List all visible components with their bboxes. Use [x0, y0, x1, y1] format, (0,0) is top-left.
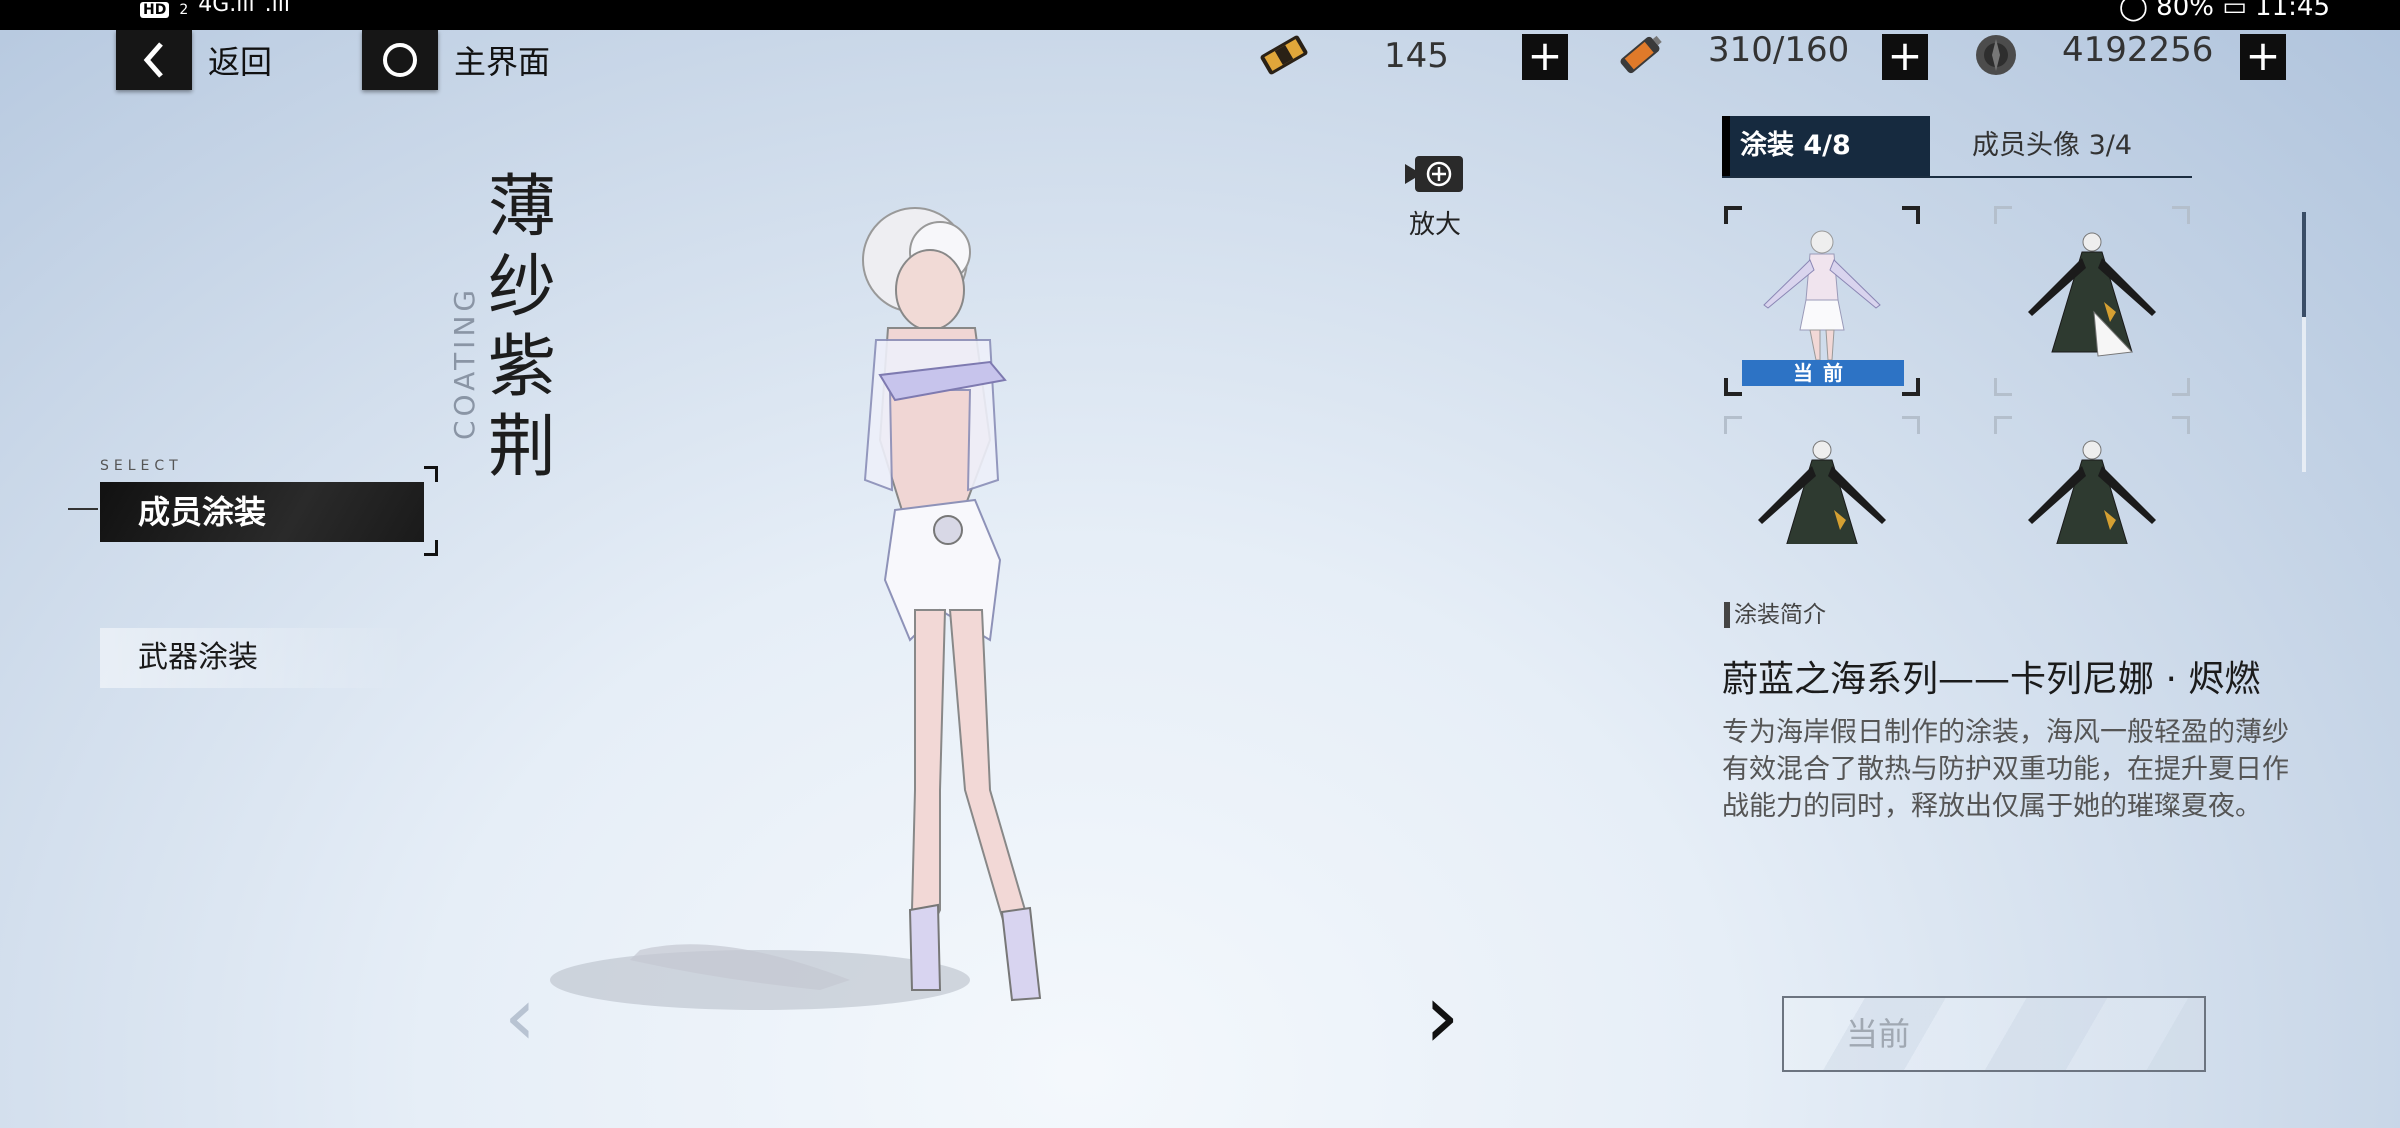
coin-icon — [1968, 30, 2024, 84]
hd-badge: HD — [140, 2, 170, 18]
ticket-add-button[interactable]: + — [1522, 34, 1568, 80]
corner-br — [2172, 378, 2190, 396]
tab-coating[interactable]: 涂装 4/8 — [1722, 116, 1930, 176]
corner-tl — [1994, 206, 2012, 224]
character-model[interactable] — [520, 190, 1240, 1090]
sim-number: 2 — [179, 2, 189, 18]
coin-value: 4192256 — [2062, 30, 2214, 70]
menu-indicator-line — [68, 508, 98, 510]
signal-1: 4G.ıll — [198, 0, 255, 17]
prev-arrow-icon[interactable]: ‹ — [504, 970, 536, 1063]
corner-tr — [2172, 206, 2190, 224]
coating-vertical-label: COATING — [448, 285, 481, 440]
skin-thumbnail-3[interactable] — [1724, 416, 1920, 544]
skin-name: 蔚蓝之海系列——卡列尼娜 · 烬燃 — [1722, 659, 2261, 700]
menu-bracket-top — [424, 466, 438, 482]
back-arrow-icon — [116, 30, 192, 90]
skin-thumbnail-4[interactable] — [1994, 416, 2190, 544]
tab-bar: 涂装 4/8 成员头像 3/4 — [1722, 116, 2192, 178]
menu-weapon-coating-label: 武器涂装 — [138, 640, 258, 675]
corner-tr — [1902, 206, 1920, 224]
skin-preview-dark — [2028, 440, 2156, 544]
corner-tl — [1994, 416, 2012, 434]
scrollbar-thumb[interactable] — [2302, 212, 2306, 317]
tab-avatar-label: 成员头像 3/4 — [1972, 130, 2133, 161]
zoom-camera-icon — [1405, 156, 1463, 192]
battery-add-button[interactable]: + — [1882, 34, 1928, 80]
skin-thumbnail-1[interactable]: 当前 — [1724, 206, 1920, 396]
corner-bl — [1994, 378, 2012, 396]
current-button-label: 当前 — [1846, 1015, 1911, 1053]
skin-preview-dark — [1758, 440, 1886, 544]
coin-add-button[interactable]: + — [2240, 34, 2286, 80]
tab-coating-label: 涂装 4/8 — [1740, 130, 1851, 161]
back-button[interactable]: 返回 — [116, 30, 272, 90]
zoom-label: 放大 — [1408, 210, 1461, 240]
home-button[interactable]: 主界面 — [362, 30, 550, 90]
zoom-button[interactable]: 放大 — [1402, 154, 1468, 241]
skin-thumbnail-2[interactable] — [1994, 206, 2190, 396]
corner-tr — [1902, 416, 1920, 434]
skin-description: 专为海岸假日制作的涂装，海风一般轻盈的薄纱有效混合了散热与防护双重功能，在提升夏… — [1722, 717, 2289, 822]
battery-value: 310/160 — [1708, 30, 1850, 70]
status-bar: HD 2 4G.ıll .ıll ◯ 80% ▭ 11:45 — [0, 0, 2400, 30]
ticket-icon — [1256, 30, 1312, 84]
corner-tl — [1724, 416, 1742, 434]
section-title: 涂装简介 — [1724, 602, 1826, 628]
tab-avatar[interactable]: 成员头像 3/4 — [1952, 116, 2132, 176]
signal-2: .ıll — [264, 0, 290, 17]
menu-weapon-coating[interactable]: 武器涂装 — [100, 628, 410, 688]
menu-member-coating[interactable]: 成员涂装 — [100, 482, 424, 542]
thumbnail-scrollbar[interactable] — [2302, 212, 2306, 472]
skin-preview-white — [1763, 230, 1881, 360]
ticket-value: 145 — [1384, 36, 1449, 76]
skin-preview-dark — [2028, 232, 2156, 357]
select-tag: SELECT — [100, 458, 183, 474]
next-arrow-icon[interactable]: › — [1424, 964, 1460, 1069]
status-right: ◯ 80% ▭ 11:45 — [2118, 0, 2330, 22]
current-button[interactable]: 当前 — [1782, 996, 2206, 1072]
menu-member-coating-label: 成员涂装 — [138, 493, 267, 531]
home-label: 主界面 — [454, 43, 551, 81]
corner-br — [1902, 378, 1920, 396]
corner-tl — [1724, 206, 1742, 224]
current-tag: 当前 — [1742, 360, 1904, 386]
home-circle-icon — [362, 30, 438, 90]
corner-bl — [1724, 378, 1742, 396]
battery-icon — [1612, 30, 1668, 84]
back-label: 返回 — [208, 43, 273, 81]
corner-tr — [2172, 416, 2190, 434]
menu-bracket-bottom — [424, 540, 438, 556]
